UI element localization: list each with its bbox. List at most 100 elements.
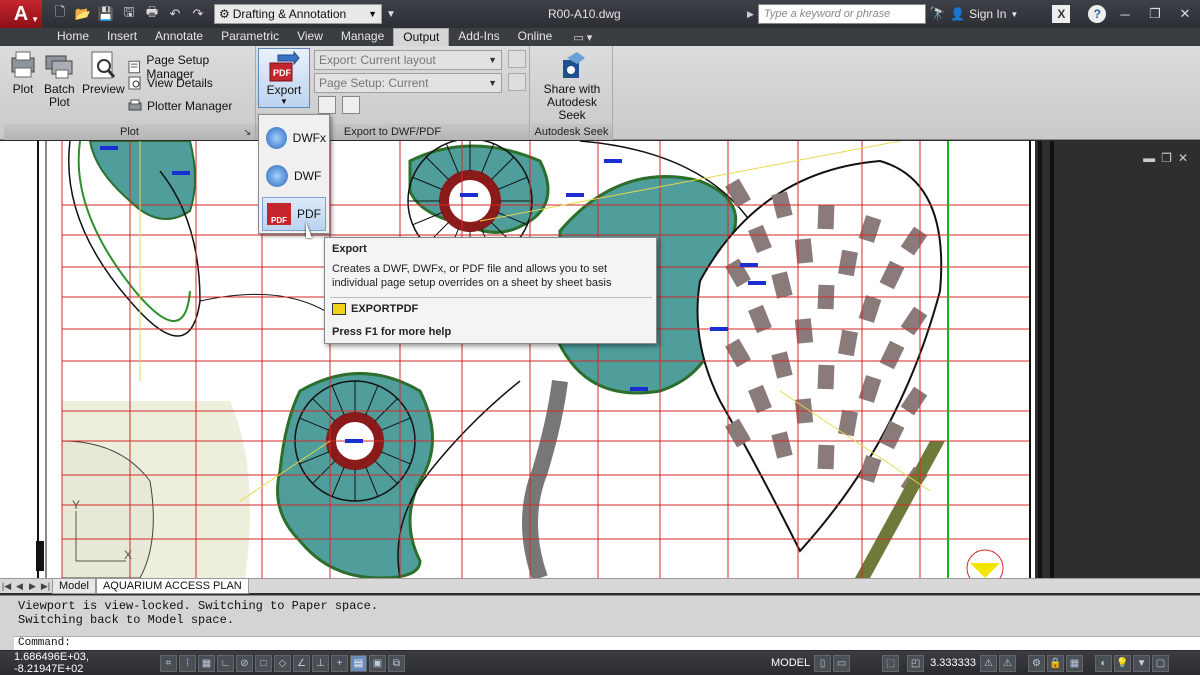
exchange-icon[interactable]: X <box>1052 5 1071 23</box>
infer-constraints-icon[interactable]: ⌗ <box>160 654 177 672</box>
command-prompt: Command: <box>18 637 71 649</box>
plot-label: Plot <box>12 82 34 96</box>
plot-panel-title[interactable]: Plot ↘ <box>4 124 255 140</box>
help-icon[interactable]: ? <box>1088 5 1107 23</box>
clean-screen-icon[interactable]: ▢ <box>1152 654 1170 672</box>
print-icon[interactable]: 🖶 <box>142 4 162 24</box>
tab-parametric[interactable]: Parametric <box>212 28 288 46</box>
maximize-viewport-icon[interactable]: ⬚ <box>882 654 900 672</box>
preview-button[interactable]: Preview <box>82 50 125 96</box>
chevron-down-icon: ▼ <box>280 97 288 106</box>
tab-online[interactable]: Online <box>509 28 562 46</box>
command-input[interactable]: Command: <box>14 636 1200 650</box>
3d-object-snap-icon[interactable]: ◇ <box>274 654 291 672</box>
menu-item-pdf[interactable]: PDF PDF <box>262 197 326 231</box>
view-details-button[interactable]: View Details <box>128 76 213 90</box>
drawing-canvas[interactable]: Y X <box>0 141 1200 578</box>
selection-cycling-icon[interactable]: ⧉ <box>388 654 405 672</box>
plot-panel: Plot Batch Plot Preview Page Setup Manag… <box>4 46 256 140</box>
dynamic-input-icon[interactable]: + <box>331 654 348 672</box>
share-seek-button[interactable]: Share with Autodesk Seek <box>535 50 609 122</box>
minimize-icon[interactable]: ─ <box>1110 0 1140 28</box>
prev-tab-icon[interactable]: ◀ <box>13 581 26 592</box>
lock-icon[interactable]: 🔒 <box>1047 654 1065 672</box>
open-icon[interactable]: 📂 <box>73 4 93 24</box>
lightbulb-icon[interactable]: 💡 <box>1114 654 1132 672</box>
tooltip-title: Export <box>332 243 367 255</box>
page-setup-combo-text: Page Setup: Current <box>319 76 429 90</box>
annotation-scale-icon[interactable]: ◰ <box>907 654 925 672</box>
last-tab-icon[interactable]: ▶| <box>39 581 52 592</box>
menu-item-dwfx[interactable]: DWFx <box>262 121 326 155</box>
coordinates-readout[interactable]: 1.686496E+03, -8.21947E+02 <box>0 651 160 675</box>
tooltip-help: Press F1 for more help <box>332 326 452 338</box>
next-tab-icon[interactable]: ▶ <box>26 581 39 592</box>
workspace-switching-icon[interactable]: ⚙ <box>1028 654 1046 672</box>
new-icon[interactable]: 🗋 <box>50 4 70 24</box>
search-input[interactable]: Type a keyword or phrase <box>757 4 926 24</box>
preview-export-icon[interactable] <box>318 96 336 114</box>
redo-icon[interactable]: ↷ <box>188 4 208 24</box>
binoculars-icon[interactable]: 🔭 <box>930 6 946 22</box>
export-settings-icon[interactable] <box>342 96 360 114</box>
snap-mode-icon[interactable]: ⁞ <box>179 654 196 672</box>
viewport-close-icon[interactable]: ✕ <box>1178 151 1188 165</box>
restore-icon[interactable]: ❐ <box>1140 0 1170 28</box>
status-menu-icon[interactable]: ▼ <box>1133 654 1151 672</box>
transparency-icon[interactable]: ▣ <box>369 654 386 672</box>
plot-button[interactable]: Plot <box>8 50 38 96</box>
polar-tracking-icon[interactable]: ⊘ <box>236 654 253 672</box>
workspace-switcher[interactable]: ⚙ Drafting & Annotation ▼ <box>214 4 382 24</box>
undo-icon[interactable]: ↶ <box>165 4 185 24</box>
object-snap-tracking-icon[interactable]: ∠ <box>293 654 310 672</box>
batch-plot-label-2: Plot <box>49 95 70 109</box>
ortho-mode-icon[interactable]: ∟ <box>217 654 234 672</box>
autodesk-seek-panel: Share with Autodesk Seek Autodesk Seek <box>531 46 613 140</box>
user-icon: 👤 <box>950 7 966 21</box>
tab-home[interactable]: Home <box>48 28 98 46</box>
page-setup-combo[interactable]: Page Setup: Current ▼ <box>314 73 502 93</box>
first-tab-icon[interactable]: |◀ <box>0 581 13 592</box>
tab-insert[interactable]: Insert <box>98 28 146 46</box>
quick-view-layouts-icon[interactable]: ▯ <box>814 654 832 672</box>
tab-manage[interactable]: Manage <box>332 28 393 46</box>
isolate-objects-icon[interactable]: ◐ <box>1095 654 1113 672</box>
close-icon[interactable]: ✕ <box>1170 0 1200 28</box>
model-space-toggle[interactable]: MODEL <box>767 657 814 669</box>
tab-view[interactable]: View <box>288 28 332 46</box>
export-layout-combo[interactable]: Export: Current layout ▼ <box>314 50 502 70</box>
tab-annotate[interactable]: Annotate <box>146 28 212 46</box>
search-expand-icon[interactable]: ▶ <box>747 9 754 20</box>
mouse-cursor-icon <box>306 222 312 238</box>
chevron-down-icon: ▼ <box>368 9 377 19</box>
menu-item-dwf[interactable]: DWF <box>262 159 326 193</box>
export-options-icon[interactable] <box>508 73 526 91</box>
dynamic-ucs-icon[interactable]: ⊥ <box>312 654 329 672</box>
application-menu-button[interactable]: A ▼ <box>0 0 42 28</box>
lineweight-icon[interactable]: ▤ <box>350 654 367 672</box>
tab-output[interactable]: Output <box>393 28 450 46</box>
object-snap-icon[interactable]: □ <box>255 654 272 672</box>
dialog-launcher-icon[interactable]: ↘ <box>243 124 251 140</box>
viewport-restore-icon[interactable]: ❐ <box>1161 151 1172 165</box>
quick-view-drawings-icon[interactable]: ▭ <box>833 654 851 672</box>
page-setup-override-icon[interactable] <box>508 50 526 68</box>
plotter-manager-button[interactable]: Plotter Manager <box>128 99 232 113</box>
tab-aquarium-access-plan[interactable]: AQUARIUM ACCESS PLAN <box>95 578 249 594</box>
grid-display-icon[interactable]: ▦ <box>198 654 215 672</box>
hardware-acceleration-icon[interactable]: ▦ <box>1066 654 1084 672</box>
share-icon <box>563 52 585 78</box>
batch-plot-button[interactable]: Batch Plot <box>44 50 75 109</box>
annotation-visibility-icon[interactable]: ⚠ <box>980 654 998 672</box>
save-as-icon[interactable]: 🖫 <box>119 4 139 24</box>
viewport-minimize-icon[interactable]: ▬ <box>1143 151 1155 165</box>
auto-scale-icon[interactable]: ⚠ <box>999 654 1017 672</box>
export-button[interactable]: PDF Export ▼ <box>258 48 310 108</box>
ribbon-toggle-icon[interactable]: ▭ ▾ <box>573 28 592 46</box>
save-icon[interactable]: 💾 <box>96 4 116 24</box>
tab-add-ins[interactable]: Add-Ins <box>449 28 508 46</box>
tab-model[interactable]: Model <box>52 578 96 594</box>
qat-customize-icon[interactable]: ▼ <box>386 9 396 20</box>
annotation-scale-value[interactable]: 3.333333 <box>930 657 976 669</box>
sign-in-button[interactable]: 👤 Sign In ▼ <box>950 7 1018 21</box>
